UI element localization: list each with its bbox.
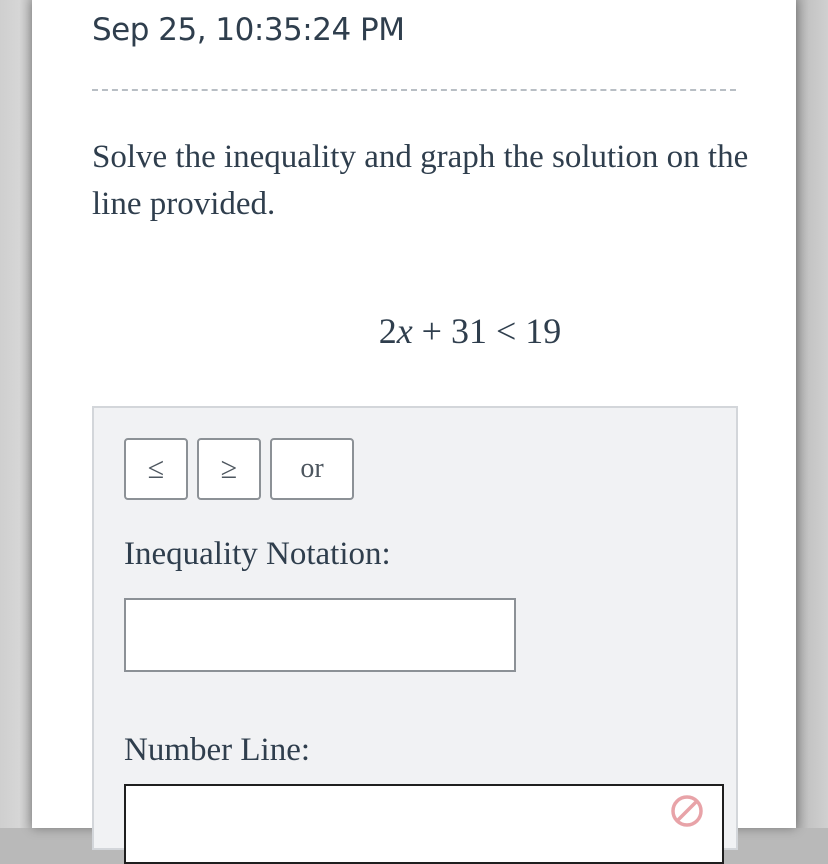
greater-equal-button[interactable]: ≥ [197, 438, 261, 500]
page-shadow-left [0, 0, 32, 828]
or-button[interactable]: or [270, 438, 354, 500]
equation-coefficient: 2 [378, 311, 397, 351]
clear-icon[interactable] [670, 794, 704, 828]
number-line-label: Number Line: [124, 732, 311, 768]
equation-constant: 31 [450, 311, 487, 351]
timestamp: Sep 25, 10:35:24 PM [92, 12, 405, 48]
inequality-notation-input[interactable] [124, 598, 516, 672]
answer-panel: ≤ ≥ or Inequality Notation: Number Line: [92, 406, 738, 864]
page-shadow-right [796, 0, 828, 828]
question-card: Sep 25, 10:35:24 PM Solve the inequality… [32, 0, 796, 864]
inequality-notation-label: Inequality Notation: [124, 536, 391, 572]
equation-plus: + [421, 311, 442, 351]
inequality-equation: 2x + 31 < 19 [92, 310, 828, 352]
equation-rhs: 19 [525, 311, 562, 351]
less-equal-button[interactable]: ≤ [124, 438, 188, 500]
equation-variable: x [396, 311, 413, 351]
equation-relation: < [495, 311, 517, 351]
dashed-divider [92, 89, 736, 91]
question-prompt: Solve the inequality and graph the solut… [92, 139, 749, 222]
number-line-canvas[interactable] [124, 784, 724, 864]
